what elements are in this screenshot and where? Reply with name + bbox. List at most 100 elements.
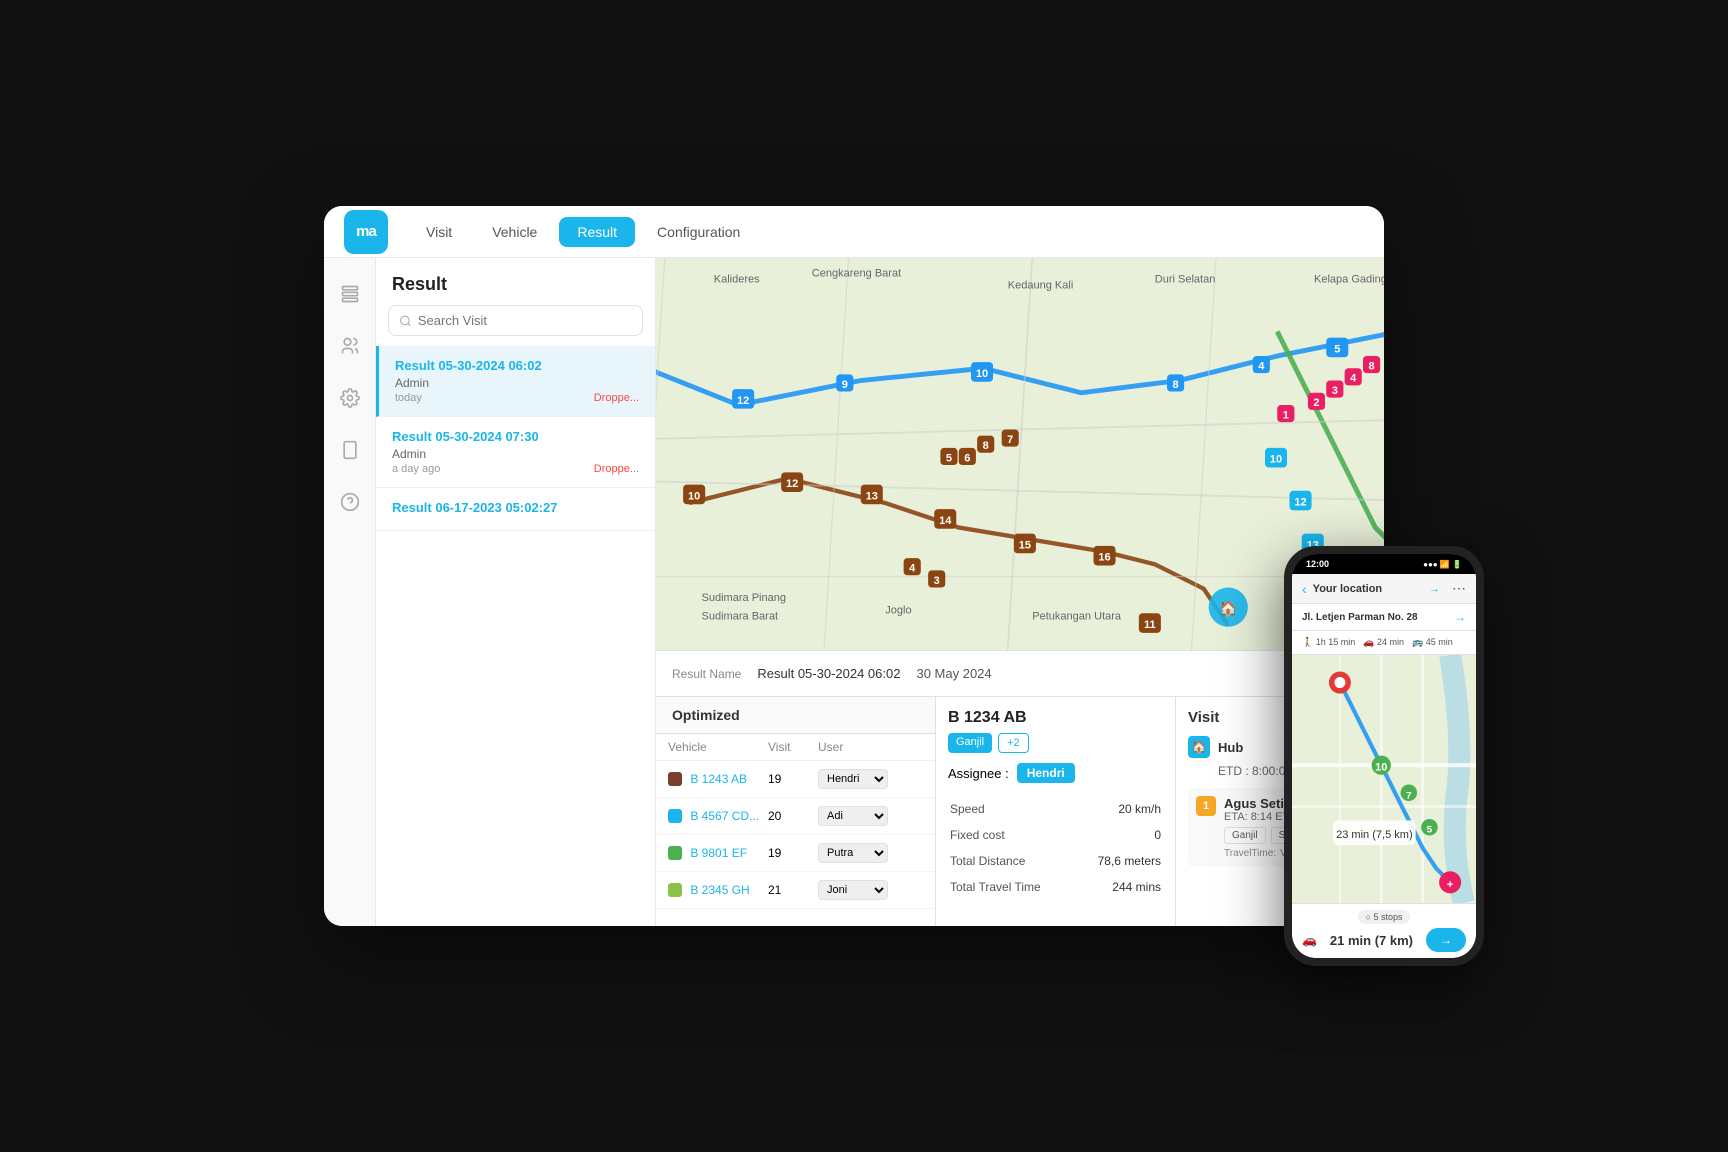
phone-map-svg: 23 min (7,5 km) 10 7 5 + 🔍: [1292, 655, 1476, 903]
tag-plus: +2: [998, 733, 1029, 753]
map-area: 10 12 13 14 15 16 12 9 10 8: [656, 258, 1384, 650]
vehicle-detail: B 1234 AB Ganjil +2 Assignee : Hendri Sp…: [936, 697, 1176, 926]
sidebar-icon-settings[interactable]: [334, 382, 366, 414]
scene: ma Visit Vehicle Result Configuration: [264, 166, 1464, 986]
phone-eta: 21 min (7 km): [1330, 933, 1413, 948]
vehicle-name-3[interactable]: B 9801 EF: [668, 846, 768, 861]
phone-address: Jl. Letjen Parman No. 28: [1302, 612, 1418, 623]
phone-arrow-button[interactable]: →: [1429, 583, 1440, 595]
svg-text:5: 5: [1427, 825, 1433, 836]
stops-label: ○ 5 stops: [1358, 910, 1411, 924]
result-title-1: Result 05-30-2024 06:02: [395, 358, 639, 373]
result-meta-1: today Droppe...: [395, 392, 639, 404]
phone-stops-row: ○ 5 stops: [1302, 910, 1466, 924]
svg-text:8: 8: [1369, 360, 1375, 372]
phone-mockup: 12:00 ●●● 📶 🔋 ‹ Your location → ⋯ Jl. Le…: [1284, 546, 1484, 966]
svg-text:10: 10: [976, 368, 988, 380]
svg-text:7: 7: [1406, 790, 1411, 801]
table-row: B 2345 GH 21 Joni: [656, 872, 935, 909]
sidebar-icon-help[interactable]: [334, 486, 366, 518]
svg-text:Sudimara Barat: Sudimara Barat: [702, 610, 779, 622]
result-name-value: Result 05-30-2024 06:02: [757, 666, 900, 681]
svg-text:4: 4: [1350, 373, 1357, 385]
result-item-3[interactable]: Result 06-17-2023 05:02:27: [376, 488, 655, 531]
svg-text:10: 10: [1270, 454, 1282, 466]
sidebar-icon-phone[interactable]: [334, 434, 366, 466]
result-item-2[interactable]: Result 05-30-2024 07:30 Admin a day ago …: [376, 417, 655, 488]
svg-text:4: 4: [1258, 360, 1265, 372]
hub-icon: 🏠: [1188, 736, 1210, 758]
result-title-2: Result 05-30-2024 07:30: [392, 429, 639, 444]
assignee-label: Assignee :: [948, 766, 1009, 781]
vehicle-name-4[interactable]: B 2345 GH: [668, 883, 768, 898]
svg-text:14: 14: [939, 515, 952, 527]
vehicle-name-1[interactable]: B 1243 AB: [668, 772, 768, 787]
main-layout: Result Result 05-30-2024 06:02 Admin tod…: [324, 258, 1384, 926]
hub-name: Hub: [1218, 740, 1243, 755]
sidebar-icons: [324, 258, 376, 926]
phone-direction-row: Jl. Letjen Parman No. 28 →: [1292, 604, 1476, 631]
svg-text:6: 6: [964, 452, 970, 464]
search-icon: [399, 314, 412, 328]
detail-row: Total Distance 78,6 meters: [950, 849, 1161, 873]
phone-more-button[interactable]: ⋯: [1452, 580, 1466, 597]
sidebar-icon-people[interactable]: [334, 330, 366, 362]
sidebar-icon-list[interactable]: [334, 278, 366, 310]
car-icon: 🚗: [1302, 933, 1317, 947]
tag-row: Ganjil +2: [948, 733, 1163, 753]
svg-text:8: 8: [1173, 379, 1179, 391]
user-select-2[interactable]: Adi: [818, 806, 888, 826]
stop-tag-ganjil: Ganjil: [1224, 827, 1266, 844]
detail-row: Total Travel Time 244 mins: [950, 875, 1161, 899]
svg-text:Kalideres: Kalideres: [714, 274, 760, 286]
optimized-panel: Optimized Vehicle Visit User B 1243 AB: [656, 697, 936, 926]
svg-text:Sudimara Pinang: Sudimara Pinang: [702, 592, 787, 604]
optimized-header: Optimized: [656, 697, 935, 734]
search-box[interactable]: [388, 305, 643, 336]
svg-text:15: 15: [1019, 539, 1031, 551]
assignee-row: Assignee : Hendri: [948, 763, 1163, 783]
assignee-badge: Hendri: [1017, 763, 1075, 783]
svg-text:Kedaung Kali: Kedaung Kali: [1008, 280, 1074, 292]
svg-text:🏠: 🏠: [1219, 600, 1237, 617]
table-row: B 9801 EF 19 Putra: [656, 835, 935, 872]
svg-text:12: 12: [786, 478, 798, 490]
phone-time: 12:00: [1306, 559, 1329, 569]
detail-row: Speed 20 km/h: [950, 797, 1161, 821]
result-item-1[interactable]: Result 05-30-2024 06:02 Admin today Drop…: [376, 346, 655, 417]
tab-visit[interactable]: Visit: [408, 217, 470, 247]
date-value: 30 May 2024: [916, 666, 991, 681]
table-row: B 1243 AB 19 Hendri: [656, 761, 935, 798]
svg-text:12: 12: [737, 395, 749, 407]
phone-signal: ●●● 📶 🔋: [1423, 560, 1462, 569]
search-input[interactable]: [418, 313, 632, 328]
svg-text:+: +: [1447, 879, 1453, 891]
table-row: B 4567 CD... 20 Adi: [656, 798, 935, 835]
svg-text:2: 2: [1313, 397, 1319, 409]
result-meta-2: a day ago Droppe...: [392, 463, 639, 475]
nav-tabs: Visit Vehicle Result Configuration: [408, 217, 758, 247]
tab-configuration[interactable]: Configuration: [639, 217, 758, 247]
phone-back-button[interactable]: ‹: [1302, 581, 1307, 597]
phone-go-button[interactable]: →: [1426, 928, 1466, 952]
tab-vehicle[interactable]: Vehicle: [474, 217, 555, 247]
bottom-bar: Result Name Result 05-30-2024 06:02 30 M…: [656, 650, 1384, 696]
tab-result[interactable]: Result: [559, 217, 635, 247]
detail-table: Speed 20 km/h Fixed cost 0 Total Distanc…: [948, 795, 1163, 901]
phone-address-arrow: →: [1454, 610, 1466, 624]
user-select-1[interactable]: Hendri: [818, 769, 888, 789]
svg-text:Joglo: Joglo: [885, 604, 911, 616]
right-content: 10 12 13 14 15 16 12 9 10 8: [656, 258, 1384, 926]
transport-walk: 🚶 1h 15 min: [1302, 637, 1355, 648]
svg-text:3: 3: [934, 575, 940, 587]
svg-text:10: 10: [1375, 762, 1387, 774]
svg-text:1: 1: [1283, 409, 1289, 421]
panel-title: Result: [376, 258, 655, 305]
result-user-1: Admin: [395, 376, 639, 390]
user-select-3[interactable]: Putra: [818, 843, 888, 863]
map-svg: 10 12 13 14 15 16 12 9 10 8: [656, 258, 1384, 650]
svg-text:16: 16: [1098, 552, 1110, 564]
vehicle-name-2[interactable]: B 4567 CD...: [668, 809, 768, 824]
bottom-panel: Optimized Vehicle Visit User B 1243 AB: [656, 696, 1384, 926]
user-select-4[interactable]: Joni: [818, 880, 888, 900]
